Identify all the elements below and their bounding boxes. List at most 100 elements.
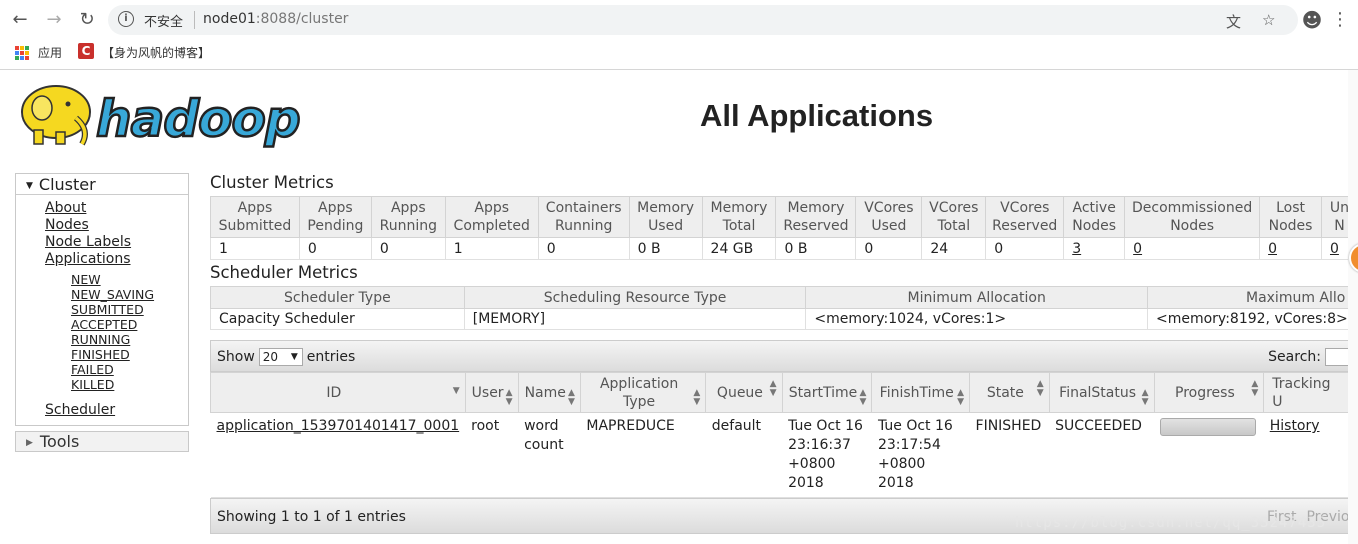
finish-line: Tue Oct 16: [877, 418, 953, 434]
metric-header-line: Total: [937, 218, 971, 234]
nav-state-killed[interactable]: KILLED: [71, 377, 188, 392]
metric-header-line: N: [1334, 218, 1345, 234]
col-name[interactable]: Name ▲ ▼: [517, 372, 581, 413]
translate-icon[interactable]: 文: [1226, 11, 1241, 32]
metric-lost-nodes-cell: 0: [1259, 237, 1322, 260]
lost-nodes-link[interactable]: 0: [1268, 241, 1277, 257]
col-user[interactable]: User ▲ ▼: [464, 372, 519, 413]
bookmark-apps[interactable]: 应用: [38, 44, 62, 61]
back-arrow-icon[interactable]: ←: [8, 8, 32, 32]
metric-header: Lost Nodes: [1259, 196, 1322, 238]
scheduler-metrics-table: Scheduler Type Scheduling Resource Type …: [210, 286, 1358, 330]
metric-header-line: Un: [1329, 200, 1350, 216]
nav-state-new[interactable]: NEW: [71, 272, 188, 287]
col-tracking[interactable]: Tracking U: [1263, 372, 1358, 413]
nav-state-accepted[interactable]: ACCEPTED: [71, 317, 188, 332]
unhealthy-nodes-link[interactable]: 0: [1330, 241, 1339, 257]
metric-header-line: Pending: [307, 218, 364, 234]
col-starttime-label: StartTime: [788, 384, 858, 401]
col-finalstatus[interactable]: FinalStatus ▲ ▼: [1048, 372, 1155, 413]
bookmarks-bar: 应用 C 【身为风帆的博客】: [0, 40, 1358, 66]
col-id-label: ID: [326, 384, 342, 401]
start-line: Tue Oct 16: [788, 418, 863, 434]
nav-about[interactable]: About: [45, 200, 188, 217]
cluster-label: Cluster: [38, 175, 96, 194]
col-queue-label: Queue: [716, 384, 763, 401]
nav-applications[interactable]: Applications: [45, 251, 188, 268]
sort-icon: ▲ ▼: [957, 388, 965, 407]
nav-state-new-saving[interactable]: NEW_SAVING: [71, 287, 188, 302]
col-tracking-label: Tracking U: [1272, 375, 1331, 410]
tracking-history-link[interactable]: History: [1270, 418, 1320, 434]
active-nodes-link[interactable]: 3: [1072, 241, 1081, 257]
page-size-select[interactable]: 20 ▼: [258, 348, 303, 366]
col-queue[interactable]: Queue ▲ ▼: [705, 372, 783, 413]
app-type: MAPREDUCE: [580, 412, 706, 498]
application-id-link[interactable]: application_1539701401417_0001: [217, 418, 460, 434]
account-icon[interactable]: ☻: [1300, 8, 1324, 32]
triangle-down-icon: ▼: [26, 181, 33, 191]
metric-header: Apps Completed: [444, 196, 539, 238]
sort-icon: ▲ ▼: [1141, 388, 1149, 407]
col-user-label: User: [471, 384, 504, 401]
main-content: Cluster Metrics Apps Submitted Apps Pendin…: [210, 172, 1358, 534]
metric-header-line: Nodes: [1268, 218, 1313, 234]
col-progress[interactable]: Progress ▲ ▼: [1153, 372, 1265, 413]
col-state[interactable]: State ▲ ▼: [969, 372, 1050, 413]
app-finalstatus: SUCCEEDED: [1049, 412, 1155, 498]
col-application-type[interactable]: Application Type ▲ ▼: [579, 372, 707, 413]
forward-arrow-icon[interactable]: →: [42, 8, 66, 32]
scheduling-resource-value: [MEMORY]: [463, 308, 807, 330]
scheduler-metrics-title: Scheduler Metrics: [210, 263, 358, 282]
metric-header-line: Apps: [390, 200, 426, 216]
metric-header: Memory Used: [628, 196, 703, 238]
col-finishtime[interactable]: FinishTime ▲ ▼: [871, 372, 971, 413]
metric-header-line: Apps: [237, 200, 273, 216]
scheduling-resource-header: Scheduling Resource Type: [463, 286, 807, 309]
entries-info: Showing 1 to 1 of 1 entries: [217, 509, 406, 525]
metric-memory-used: 0 B: [628, 237, 703, 260]
cluster-section-header[interactable]: ▼ Cluster: [16, 174, 188, 195]
sort-icon: ▲ ▼: [769, 379, 777, 398]
col-state-label: State: [986, 384, 1024, 401]
metric-header-line: Active: [1072, 200, 1116, 216]
metric-header-line: Lost: [1276, 200, 1305, 216]
metrics-value-row: 1 0 0 1 0 0 B 24 GB 0 B 0 24 0 3 0 0 0: [210, 237, 1358, 260]
metric-header-line: Running: [379, 218, 437, 234]
url-text[interactable]: node01:8088/cluster: [203, 11, 348, 27]
minimum-allocation-value: <memory:1024, vCores:1>: [805, 308, 1148, 330]
nav-state-submitted[interactable]: SUBMITTED: [71, 302, 188, 317]
hadoop-logo[interactable]: hadoop: [16, 78, 316, 150]
page-scrollbar[interactable]: [1348, 70, 1358, 544]
metric-header-line: VCores: [864, 200, 914, 216]
hadoop-wordmark: hadoop: [96, 90, 300, 148]
address-bar[interactable]: i 不安全 node01:8088/cluster 文 ☆: [108, 5, 1298, 35]
metric-header-line: Apps: [474, 200, 510, 216]
tools-label: Tools: [39, 432, 80, 451]
star-icon[interactable]: ☆: [1262, 11, 1275, 29]
tools-section-header[interactable]: ▶ Tools: [15, 431, 189, 452]
metric-header-line: VCores: [929, 200, 979, 216]
bookmark-blog[interactable]: 【身为风帆的博客】: [102, 44, 210, 61]
cluster-section: ▼ Cluster About Nodes Node Labels Applica…: [15, 173, 189, 426]
info-icon[interactable]: i: [118, 11, 134, 27]
applications-header-row: ID ▼ User ▲ ▼ Name ▲ ▼ Application Type ▲ ▼ Queu…: [210, 372, 1358, 413]
metric-header-line: VCores: [1000, 200, 1050, 216]
col-starttime[interactable]: StartTime ▲ ▼: [781, 372, 873, 413]
nav-nodes[interactable]: Nodes: [45, 217, 188, 234]
finish-line: 23:17:54: [877, 437, 941, 453]
apps-grid-icon[interactable]: [15, 46, 29, 60]
nav-state-finished[interactable]: FINISHED: [71, 347, 188, 362]
nav-state-failed[interactable]: FAILED: [71, 362, 188, 377]
nav-node-labels[interactable]: Node Labels: [45, 234, 188, 251]
sort-desc-icon: ▼: [452, 386, 460, 396]
app-state: FINISHED: [969, 412, 1050, 498]
menu-kebab-icon[interactable]: ⋮: [1328, 8, 1352, 32]
browser-chrome: ← → ↻ i 不安全 node01:8088/cluster 文 ☆ ☻ ⋮ …: [0, 0, 1358, 70]
reload-icon[interactable]: ↻: [75, 8, 99, 32]
col-id[interactable]: ID ▼: [210, 372, 466, 413]
applications-panel: Show 20 ▼ entries Search: ID ▼ User ▲ ▼ Name ▲ ▼…: [210, 340, 1358, 534]
nav-state-running[interactable]: RUNNING: [71, 332, 188, 347]
nav-scheduler[interactable]: Scheduler: [45, 402, 188, 419]
decommissioned-nodes-link[interactable]: 0: [1133, 241, 1142, 257]
